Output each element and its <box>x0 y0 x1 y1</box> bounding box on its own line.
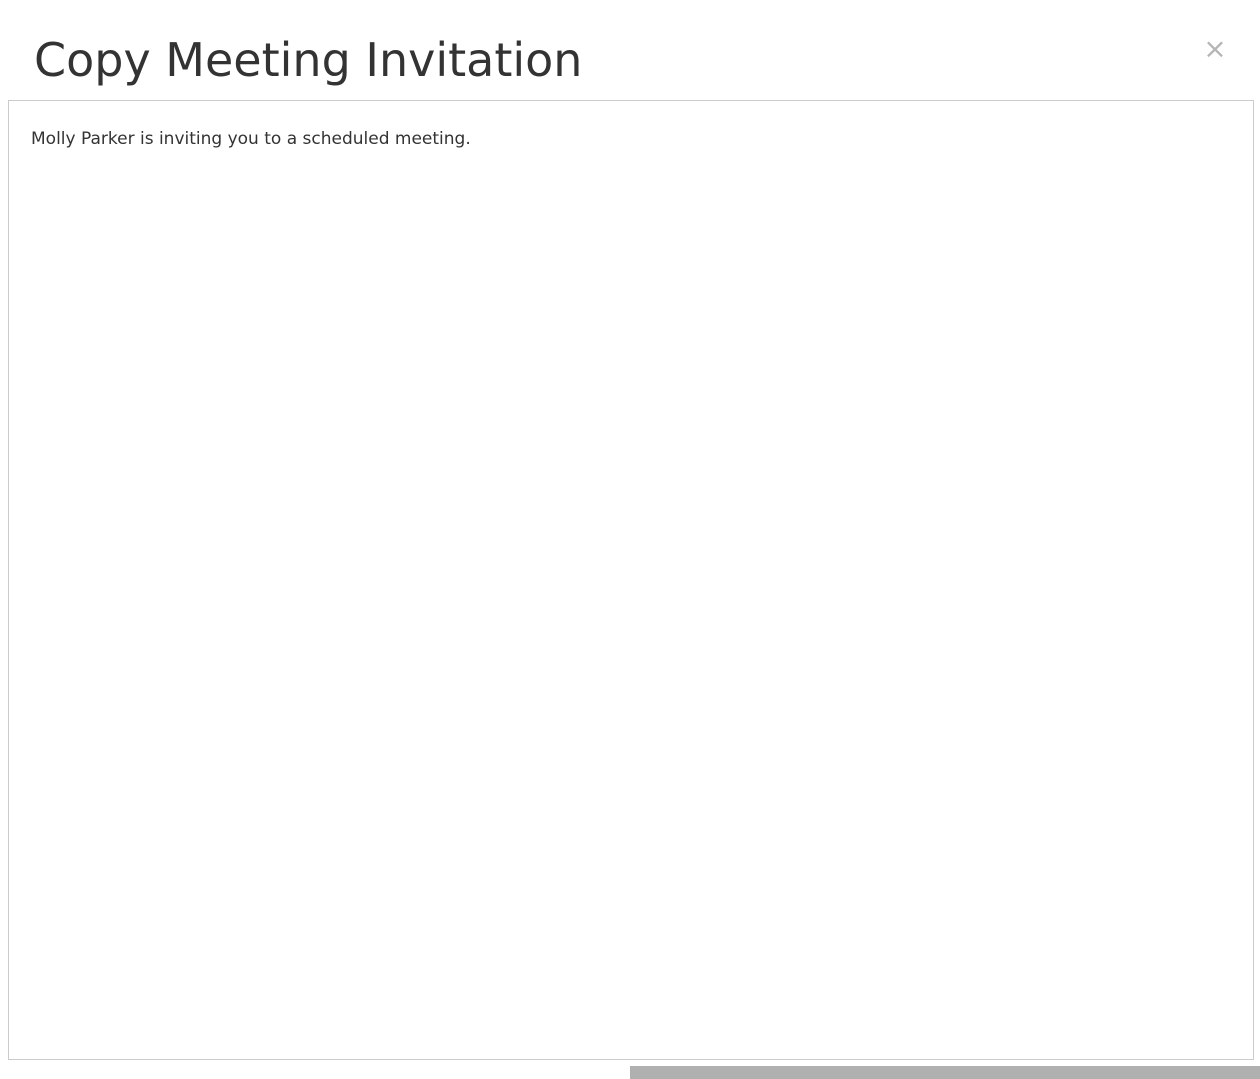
horizontal-scrollbar[interactable] <box>630 1066 1260 1079</box>
close-icon[interactable]: × <box>1200 34 1230 64</box>
invitation-text[interactable]: Molly Parker is inviting you to a schedu… <box>9 101 1253 1059</box>
copy-invitation-dialog: Copy Meeting Invitation × Molly Parker i… <box>0 0 1260 1079</box>
dialog-header: Copy Meeting Invitation × <box>0 0 1260 100</box>
invitation-panel: Molly Parker is inviting you to a schedu… <box>8 100 1254 1060</box>
dialog-title: Copy Meeting Invitation <box>34 33 583 87</box>
